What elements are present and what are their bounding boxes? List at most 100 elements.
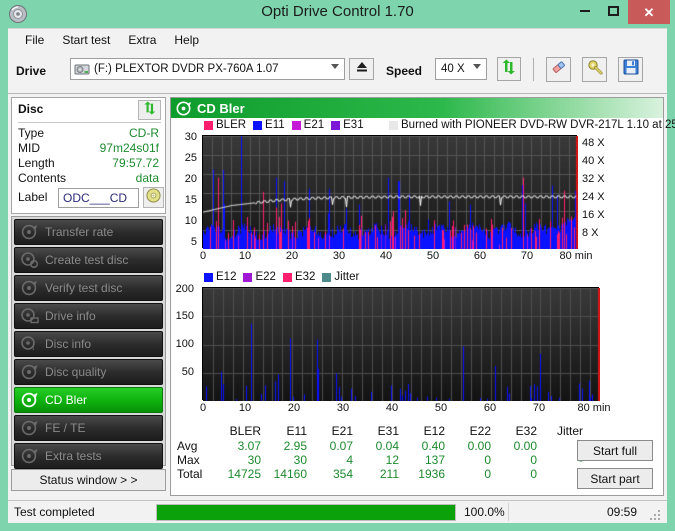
maximize-button[interactable] bbox=[600, 0, 626, 22]
sidebar-item-extra-tests[interactable]: Extra tests bbox=[14, 443, 163, 469]
xtick-top-60: 60 bbox=[473, 250, 487, 262]
erase-button[interactable] bbox=[546, 57, 571, 82]
xtick-bottom-20: 20 bbox=[287, 402, 301, 414]
cd-disc-icon bbox=[146, 187, 161, 208]
disc-info-panel: Disc Type CD-R MID 97m24s01f Length 79:5… bbox=[11, 97, 166, 214]
sidebar-item-create-test-disc[interactable]: Create test disc bbox=[14, 247, 163, 273]
xtick-bottom-40: 40 bbox=[385, 402, 399, 414]
chevron-down-icon bbox=[331, 64, 339, 69]
speed-select[interactable]: 40 X bbox=[435, 58, 487, 80]
y2tick-24x: 24 X bbox=[582, 191, 605, 203]
start-full-button[interactable]: Start full bbox=[577, 440, 653, 461]
sidebar-item-cd-bler[interactable]: CD Bler bbox=[14, 387, 163, 413]
disc-label-button[interactable] bbox=[143, 187, 164, 208]
disc-quality-icon bbox=[21, 364, 39, 380]
menu-item-start-test[interactable]: Start test bbox=[53, 31, 119, 49]
chart-top-legend: BLER E11 E21 E31 bbox=[204, 119, 371, 131]
menu-item-file[interactable]: File bbox=[16, 31, 53, 49]
cell-total-bler: 14725 bbox=[227, 467, 261, 481]
sidebar-item-label: Extra tests bbox=[45, 449, 102, 463]
plot-area-bottom bbox=[202, 287, 600, 401]
ytick-bottom-150: 150 bbox=[175, 310, 194, 322]
xtick-top-30: 30 bbox=[332, 250, 346, 262]
sidebar-item-label: Disc info bbox=[45, 337, 92, 351]
refresh-drive-button[interactable] bbox=[497, 57, 521, 81]
status-window-button[interactable]: Status window > > bbox=[11, 469, 166, 491]
sidebar-item-transfer-rate[interactable]: Transfer rate bbox=[14, 219, 163, 245]
xtick-top-0: 0 bbox=[199, 250, 207, 262]
sidebar-item-fe-te[interactable]: FE / TE bbox=[14, 415, 163, 441]
menu-item-extra[interactable]: Extra bbox=[119, 31, 165, 49]
close-icon: ✕ bbox=[643, 4, 655, 20]
save-button[interactable] bbox=[618, 57, 643, 82]
cell-avg-e11: 2.95 bbox=[283, 439, 307, 453]
disc-row-contents-key: Contents bbox=[18, 171, 67, 185]
xtick-top-50: 50 bbox=[426, 250, 440, 262]
legend-swatch-e22 bbox=[243, 272, 253, 282]
disc-label-input[interactable]: ODC___CD bbox=[58, 188, 139, 208]
legend-swatch-e21 bbox=[291, 120, 301, 130]
sidebar-item-label: Disc quality bbox=[45, 365, 107, 379]
col-jitter: Jitter bbox=[556, 424, 583, 438]
xtick-top-20: 20 bbox=[285, 250, 299, 262]
col-e11: E11 bbox=[286, 424, 307, 438]
sidebar-item-drive-info[interactable]: Drive info bbox=[14, 303, 163, 329]
minimize-button[interactable] bbox=[572, 0, 598, 22]
burn-note-text: Burned with PIONEER DVD-RW DVR-217L 1.10… bbox=[401, 119, 675, 131]
legend-label: E21 bbox=[303, 119, 325, 131]
resize-grip[interactable] bbox=[650, 508, 662, 520]
disc-verify-icon bbox=[21, 280, 39, 296]
drive-label: Drive bbox=[16, 64, 47, 78]
cell-max-e22: 0 bbox=[484, 453, 491, 467]
legend-item-bler: BLER bbox=[204, 119, 246, 131]
chart-bottom-legend: E12 E22 E32 Jitter bbox=[204, 271, 366, 283]
cd-bler-panel-header: CD Bler bbox=[171, 98, 663, 118]
disc-panel-divider bbox=[18, 122, 161, 123]
sidebar-item-verify-test-disc[interactable]: Verify test disc bbox=[14, 275, 163, 301]
ytick-bottom-200: 200 bbox=[175, 283, 194, 295]
col-e21: E21 bbox=[331, 424, 353, 438]
cell-avg-e32: 0.00 bbox=[513, 439, 537, 453]
table-header-row: BLER E11 E21 E31 E12 E22 E32 Jitter bbox=[175, 424, 587, 439]
legend-item-e31: E31 bbox=[331, 119, 364, 131]
row-label-max: Max bbox=[177, 453, 200, 467]
row-label-avg: Avg bbox=[177, 439, 198, 453]
legend-item-jitter: Jitter bbox=[322, 271, 359, 283]
cell-max-e31: 12 bbox=[385, 453, 399, 467]
minimize-icon bbox=[580, 10, 590, 12]
eject-icon bbox=[355, 60, 369, 78]
xtick-bottom-70: 70 bbox=[532, 402, 546, 414]
disc-row-length-key: Length bbox=[18, 156, 55, 170]
close-button[interactable]: ✕ bbox=[628, 0, 670, 24]
xtick-bottom-60: 60 bbox=[483, 402, 497, 414]
speed-select-value: 40 X bbox=[441, 63, 465, 75]
col-e31: E31 bbox=[377, 424, 399, 438]
start-part-button[interactable]: Start part bbox=[577, 468, 653, 489]
progress-bar-fill bbox=[157, 505, 455, 520]
cd-bler-panel: CD Bler BLER E11 E21 E31 Burned with PIO… bbox=[170, 97, 675, 496]
disc-refresh-button[interactable] bbox=[138, 100, 161, 120]
y2tick-32x: 32 X bbox=[582, 173, 605, 185]
cell-total-e22: 0 bbox=[484, 467, 491, 481]
sidebar-item-disc-quality[interactable]: Disc quality bbox=[14, 359, 163, 385]
sidebar-item-disc-info[interactable]: i Disc info bbox=[14, 331, 163, 357]
drive-select[interactable]: (F:) PLEXTOR DVDR PX-760A 1.07 bbox=[70, 58, 345, 80]
disc-fete-icon bbox=[21, 420, 39, 436]
menu-item-help[interactable]: Help bbox=[165, 31, 208, 49]
disc-test-icon bbox=[21, 224, 39, 240]
cell-total-e11: 14160 bbox=[273, 467, 307, 481]
legend-item-e21: E21 bbox=[291, 119, 325, 131]
cell-total-e12: 1936 bbox=[418, 467, 445, 481]
sidebar-item-label: CD Bler bbox=[45, 393, 88, 407]
cell-max-e12: 137 bbox=[424, 453, 445, 467]
legend-label: E22 bbox=[255, 271, 276, 283]
legend-label: E31 bbox=[343, 119, 364, 131]
legend-swatch-e12 bbox=[204, 272, 213, 282]
xtick-bottom-10: 10 bbox=[238, 402, 252, 414]
burn-note-row: Burned with PIONEER DVD-RW DVR-217L 1.10… bbox=[389, 119, 675, 131]
tools-button[interactable] bbox=[582, 57, 607, 82]
cell-avg-e31: 0.04 bbox=[375, 439, 399, 453]
eject-button[interactable] bbox=[349, 58, 374, 80]
main-content: Disc Type CD-R MID 97m24s01f Length 79:5… bbox=[8, 94, 675, 500]
ytick-bottom-50: 50 bbox=[181, 366, 194, 378]
